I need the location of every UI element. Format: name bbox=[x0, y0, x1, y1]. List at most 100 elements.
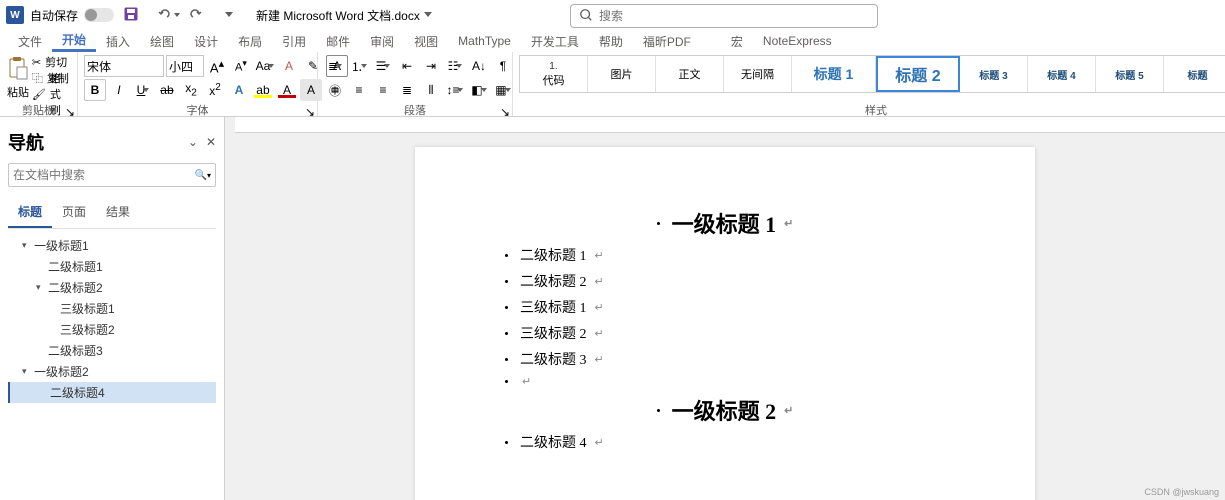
decrease-indent-button[interactable]: ⇤ bbox=[396, 55, 418, 77]
tab-layout[interactable]: 布局 bbox=[228, 30, 272, 52]
tab-references[interactable]: 引用 bbox=[272, 30, 316, 52]
tab-review[interactable]: 审阅 bbox=[360, 30, 404, 52]
autosave-toggle[interactable] bbox=[84, 8, 114, 22]
sort-button[interactable]: A↓ bbox=[468, 55, 490, 77]
bullets-button[interactable]: ≣ bbox=[324, 55, 346, 77]
font-launcher[interactable]: ↘ bbox=[305, 105, 315, 115]
search-box[interactable] bbox=[570, 4, 878, 28]
style-heading-5[interactable]: 标题 5 bbox=[1096, 56, 1164, 92]
align-center-button[interactable]: ≡ bbox=[348, 79, 370, 101]
bold-button[interactable]: B bbox=[84, 79, 106, 101]
style-title[interactable]: 标题 bbox=[1164, 56, 1225, 92]
superscript-button[interactable]: x2 bbox=[204, 79, 226, 101]
tree-item[interactable]: 三级标题1 bbox=[8, 298, 216, 319]
strikethrough-button[interactable]: ab bbox=[156, 79, 178, 101]
style-heading-4[interactable]: 标题 4 bbox=[1028, 56, 1096, 92]
title-dropdown-icon[interactable] bbox=[424, 12, 432, 21]
document-heading[interactable]: 二级标题 1↵ bbox=[505, 245, 945, 265]
align-left-button[interactable]: ≡ bbox=[324, 79, 346, 101]
document-heading[interactable]: 三级标题 1↵ bbox=[505, 297, 945, 317]
nav-tab-results[interactable]: 结果 bbox=[96, 197, 140, 228]
show-marks-button[interactable]: ¶ bbox=[492, 55, 514, 77]
tab-mathtype[interactable]: MathType bbox=[448, 30, 521, 52]
text-effects-button[interactable]: A bbox=[228, 79, 250, 101]
tree-item[interactable]: ▾二级标题2 bbox=[8, 277, 216, 298]
font-color-button[interactable]: A bbox=[276, 79, 298, 101]
style-heading-1[interactable]: 标题 1 bbox=[792, 56, 876, 92]
tab-help[interactable]: 帮助 bbox=[589, 30, 633, 52]
paragraph-launcher[interactable]: ↘ bbox=[500, 105, 510, 115]
line-spacing-button[interactable]: ↕≡ bbox=[444, 79, 466, 101]
collapse-icon[interactable]: ▾ bbox=[36, 282, 48, 293]
style-image[interactable]: 图片 bbox=[588, 56, 656, 92]
multilevel-button[interactable]: ☰ bbox=[372, 55, 394, 77]
nav-tab-headings[interactable]: 标题 bbox=[8, 197, 52, 228]
tree-item[interactable]: ▾一级标题2 bbox=[8, 361, 216, 382]
font-name-select[interactable] bbox=[84, 55, 164, 77]
clear-formatting-button[interactable]: A bbox=[278, 55, 300, 77]
customize-qat[interactable] bbox=[218, 4, 240, 26]
paste-button[interactable]: 粘贴 bbox=[6, 54, 30, 102]
tree-item[interactable]: 三级标题2 bbox=[8, 319, 216, 340]
underline-button[interactable]: U bbox=[132, 79, 154, 101]
document-heading[interactable]: 一级标题 2↵ bbox=[505, 394, 945, 426]
document-paragraph[interactable]: ↵ bbox=[505, 375, 945, 388]
save-button[interactable] bbox=[120, 4, 142, 26]
nav-search-icon[interactable]: 🔍 bbox=[195, 170, 207, 181]
tab-draw[interactable]: 绘图 bbox=[140, 30, 184, 52]
tab-file[interactable]: 文件 bbox=[8, 30, 52, 52]
numbering-button[interactable]: ⒈ bbox=[348, 55, 370, 77]
style-normal[interactable]: 正文 bbox=[656, 56, 724, 92]
tree-item[interactable]: 二级标题1 bbox=[8, 256, 216, 277]
tab-design[interactable]: 设计 bbox=[184, 30, 228, 52]
nav-tab-pages[interactable]: 页面 bbox=[52, 197, 96, 228]
document-heading[interactable]: 三级标题 2↵ bbox=[505, 323, 945, 343]
tab-insert[interactable]: 插入 bbox=[96, 30, 140, 52]
format-painter-button[interactable]: 🖌格式刷 bbox=[30, 87, 71, 102]
change-case-button[interactable]: Aa bbox=[254, 55, 276, 77]
shading-button[interactable]: ◧ bbox=[468, 79, 490, 101]
tree-item[interactable]: 二级标题4 bbox=[8, 382, 216, 403]
collapse-icon[interactable]: ▾ bbox=[22, 366, 34, 377]
tab-developer[interactable]: 开发工具 bbox=[521, 30, 589, 52]
style-heading-2[interactable]: 标题 2 bbox=[876, 56, 960, 92]
undo-button[interactable] bbox=[154, 4, 176, 26]
borders-button[interactable]: ▦ bbox=[492, 79, 514, 101]
grow-font-button[interactable]: A▴ bbox=[206, 55, 228, 77]
cut-button[interactable]: ✂剪切 bbox=[30, 55, 71, 70]
document-heading[interactable]: 二级标题 4↵ bbox=[505, 432, 945, 452]
justify-button[interactable]: ≣ bbox=[396, 79, 418, 101]
tab-home[interactable]: 开始 bbox=[52, 30, 96, 52]
tab-foxit-pdf[interactable]: 福昕PDF bbox=[633, 30, 701, 52]
nav-search-input[interactable] bbox=[13, 168, 195, 182]
italic-button[interactable]: I bbox=[108, 79, 130, 101]
tab-noteexpress[interactable]: NoteExpress bbox=[753, 30, 842, 52]
document-heading[interactable]: 二级标题 3↵ bbox=[505, 349, 945, 369]
highlight-button[interactable]: ab bbox=[252, 79, 274, 101]
subscript-button[interactable]: x2 bbox=[180, 79, 202, 101]
nav-search-box[interactable]: 🔍 ▾ bbox=[8, 163, 216, 187]
tab-mailings[interactable]: 邮件 bbox=[316, 30, 360, 52]
asian-layout-button[interactable]: ☷ bbox=[444, 55, 466, 77]
style-heading-3[interactable]: 标题 3 bbox=[960, 56, 1028, 92]
tab-view[interactable]: 视图 bbox=[404, 30, 448, 52]
tree-item[interactable]: 二级标题3 bbox=[8, 340, 216, 361]
document-heading[interactable]: 二级标题 2↵ bbox=[505, 271, 945, 291]
document-heading[interactable]: 一级标题 1↵ bbox=[505, 207, 945, 239]
nav-close-icon[interactable]: ✕ bbox=[206, 135, 216, 149]
align-right-button[interactable]: ≡ bbox=[372, 79, 394, 101]
undo-dropdown-icon[interactable] bbox=[174, 13, 180, 20]
horizontal-ruler[interactable] bbox=[235, 117, 1225, 133]
shrink-font-button[interactable]: A▾ bbox=[230, 55, 252, 77]
style-no-spacing[interactable]: 无间隔 bbox=[724, 56, 792, 92]
font-size-select[interactable] bbox=[166, 55, 204, 77]
document-page[interactable]: 一级标题 1↵ 二级标题 1↵ 二级标题 2↵ 三级标题 1↵ 三级标题 2↵ … bbox=[415, 147, 1035, 500]
nav-collapse-icon[interactable]: ⌄ bbox=[188, 135, 198, 149]
collapse-icon[interactable]: ▾ bbox=[22, 240, 34, 251]
search-input[interactable] bbox=[599, 9, 869, 23]
distribute-button[interactable]: ⫴ bbox=[420, 79, 442, 101]
nav-search-dropdown-icon[interactable]: ▾ bbox=[207, 171, 211, 180]
redo-button[interactable] bbox=[184, 4, 206, 26]
tab-macro[interactable]: 宏 bbox=[721, 30, 753, 52]
clipboard-launcher[interactable]: ↘ bbox=[65, 105, 75, 115]
